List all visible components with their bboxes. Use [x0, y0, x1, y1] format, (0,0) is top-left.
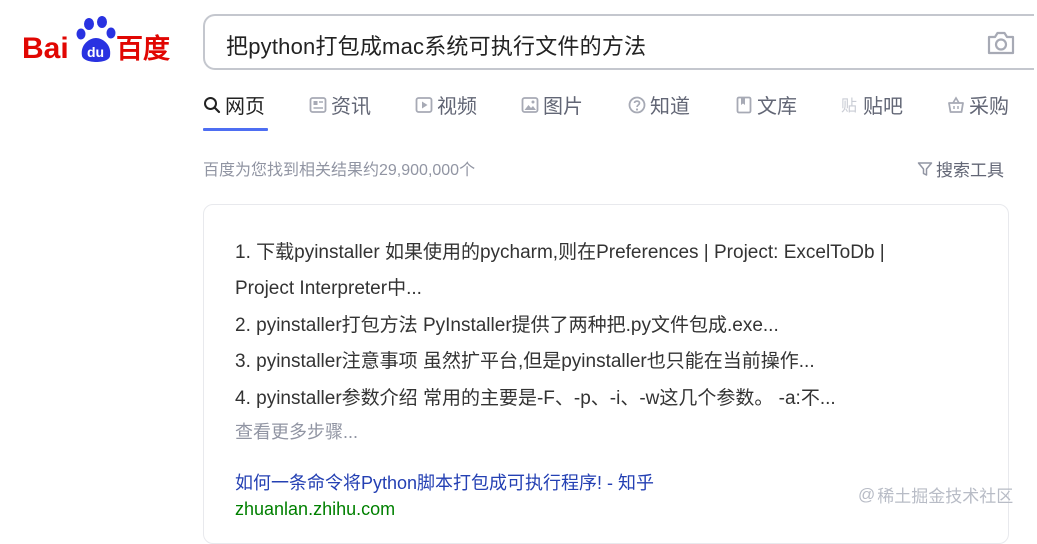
tab-label: 采购 [969, 96, 1009, 118]
search-tools-button[interactable]: 搜索工具 [917, 156, 1004, 181]
tab-label: 资讯 [331, 96, 371, 118]
tab-label: 贴吧 [863, 96, 903, 118]
step-line: 4. pyinstaller参数介绍 常用的主要是-F、-p、-i、-w这几个参… [235, 388, 836, 409]
camera-icon[interactable] [986, 30, 1016, 56]
tab-label: 图片 [543, 96, 583, 118]
step-line: 1. 下载pyinstaller 如果使用的pycharm,则在Preferen… [235, 242, 885, 263]
result-title-link[interactable]: 如何一条命令将Python脚本打包成可执行程序! - 知乎 [235, 469, 654, 495]
paw-icon: du [76, 16, 116, 62]
basket-icon [948, 96, 964, 113]
image-icon [521, 97, 539, 113]
search-input[interactable]: 把python打包成mac系统可执行文件的方法 [226, 29, 646, 61]
result-count: 百度为您找到相关结果约29,900,000个 [203, 162, 476, 179]
tab-purchase[interactable]: 采购 [947, 90, 1009, 130]
logo-text-paw: du [87, 44, 104, 60]
logo-text-right: 百度 [116, 33, 170, 65]
search-icon [204, 97, 221, 114]
watermark: @ 稀土掘金技术社区 [858, 482, 1013, 507]
step-line: 3. pyinstaller注意事项 虽然扩平台,但是pyinstaller也只… [235, 351, 815, 372]
tab-label: 文库 [757, 96, 797, 118]
document-icon [736, 96, 752, 114]
tab-label: 知道 [650, 96, 690, 118]
step-line: 2. pyinstaller打包方法 PyInstaller提供了两种把.py文… [235, 315, 779, 336]
tab-label: 视频 [437, 96, 477, 118]
search-tabs: 网页 资讯 视频 图片 知道 文库 贴 贴吧 采购 [203, 90, 1037, 132]
tieba-icon: 贴 [841, 96, 857, 114]
svg-text:贴: 贴 [841, 96, 857, 114]
tab-tieba[interactable]: 贴 贴吧 [841, 90, 903, 130]
tab-video[interactable]: 视频 [415, 90, 477, 130]
baidu-logo[interactable]: Bai du 百度 [22, 16, 180, 68]
step-line: Project Interpreter中... [235, 278, 422, 299]
filter-icon [917, 161, 933, 176]
result-url[interactable]: zhuanlan.zhihu.com [235, 499, 395, 520]
video-icon [415, 97, 433, 113]
tab-label: 网页 [225, 96, 265, 118]
more-steps-link[interactable]: 查看更多步骤... [235, 418, 358, 444]
watermark-at: @ [858, 484, 876, 504]
question-icon [628, 96, 646, 114]
watermark-text: 稀土掘金技术社区 [877, 487, 1014, 506]
tab-news[interactable]: 资讯 [309, 90, 371, 130]
news-icon [309, 97, 327, 113]
tab-zhidao[interactable]: 知道 [628, 90, 690, 130]
tab-web[interactable]: 网页 [203, 90, 268, 131]
logo-text-left: Bai [22, 32, 69, 65]
active-tab-indicator [203, 128, 268, 131]
tab-images[interactable]: 图片 [521, 90, 583, 130]
search-tools-label: 搜索工具 [936, 161, 1004, 180]
tab-wenku[interactable]: 文库 [735, 90, 797, 130]
search-box[interactable]: 把python打包成mac系统可执行文件的方法 [203, 14, 1034, 70]
